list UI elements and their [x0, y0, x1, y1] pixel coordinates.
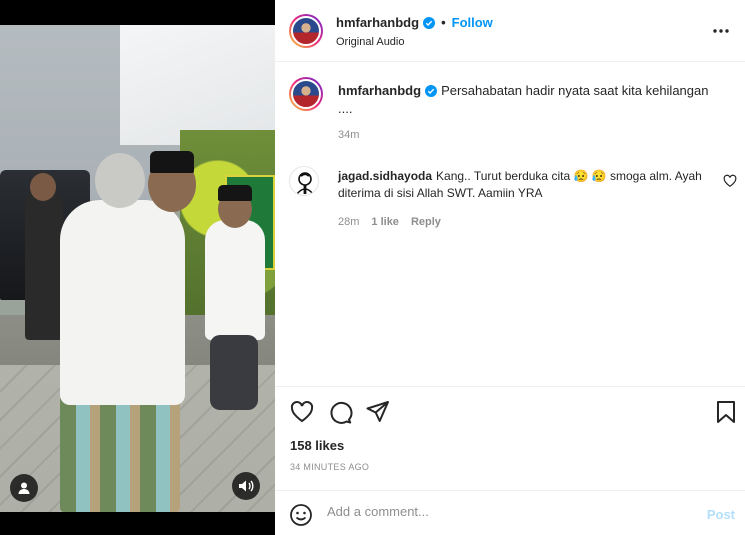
comment-input[interactable] [327, 504, 657, 519]
separator-dot: • [441, 15, 446, 30]
comment-timestamp[interactable]: 28m [338, 216, 359, 228]
caption-timestamp[interactable]: 34m [338, 129, 359, 141]
author-avatar[interactable] [289, 14, 323, 48]
caption-username[interactable]: hmfarhanbdg [338, 83, 421, 98]
post-actions [275, 386, 745, 434]
verified-badge-icon [423, 16, 436, 29]
caption-author-avatar[interactable] [289, 77, 323, 111]
comment-likes[interactable]: 1 like [371, 216, 399, 228]
sound-icon[interactable] [232, 472, 260, 500]
comment-composer: Post [275, 490, 745, 535]
commenter-avatar[interactable] [289, 166, 319, 196]
user-tag-icon[interactable] [10, 474, 38, 502]
paper-plane-icon[interactable] [365, 399, 391, 425]
reply-button[interactable]: Reply [411, 216, 441, 228]
like-count[interactable]: 158 likes [290, 438, 344, 453]
comment-bubble-icon[interactable] [327, 399, 353, 425]
post-comment-button[interactable]: Post [707, 507, 735, 522]
follow-button[interactable]: Follow [452, 15, 493, 30]
audio-label[interactable]: Original Audio [336, 36, 405, 48]
video-frame[interactable] [0, 25, 275, 512]
author-username[interactable]: hmfarhanbdg [336, 15, 419, 30]
post-sidebar: hmfarhanbdg • Follow Original Audio hmfa… [275, 0, 745, 535]
comment-heart-icon[interactable] [723, 174, 737, 188]
instagram-post-view: hmfarhanbdg • Follow Original Audio hmfa… [0, 0, 745, 535]
verified-badge-icon [425, 85, 438, 97]
post-media[interactable] [0, 0, 275, 535]
commenter-username[interactable]: jagad.sidhayoda [338, 169, 432, 183]
emoji-smiley-icon[interactable] [289, 503, 313, 527]
heart-icon[interactable] [289, 399, 315, 425]
bookmark-icon[interactable] [713, 399, 739, 425]
more-options-icon[interactable] [711, 22, 731, 40]
post-time[interactable]: 34 MINUTES AGO [290, 462, 369, 472]
post-header: hmfarhanbdg • Follow Original Audio [275, 0, 745, 62]
